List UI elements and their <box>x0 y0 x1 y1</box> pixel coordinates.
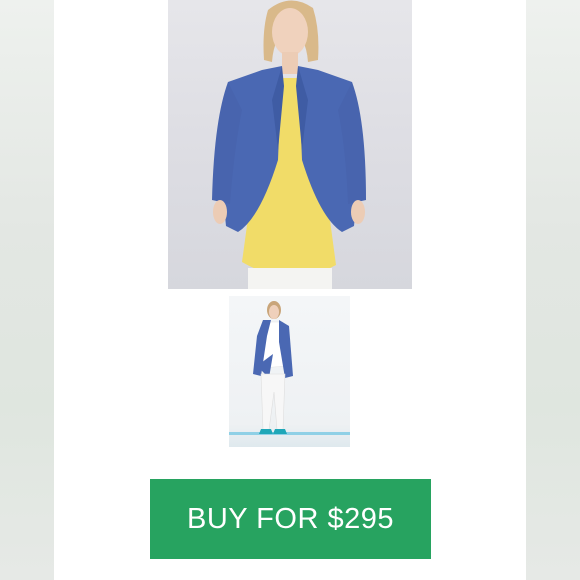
main-product-image[interactable] <box>168 0 412 289</box>
thumbnail-model-illustration <box>229 301 350 435</box>
buy-button[interactable]: BUY FOR $295 <box>150 479 431 559</box>
thumbnail-product-image[interactable] <box>229 296 350 447</box>
buy-button-label: BUY FOR $295 <box>187 502 394 535</box>
model-illustration <box>212 0 366 289</box>
right-margin-panel <box>526 0 580 580</box>
product-page: BUY FOR $295 <box>54 0 526 580</box>
left-margin-panel <box>0 0 54 580</box>
screen: BUY FOR $295 <box>0 0 580 580</box>
